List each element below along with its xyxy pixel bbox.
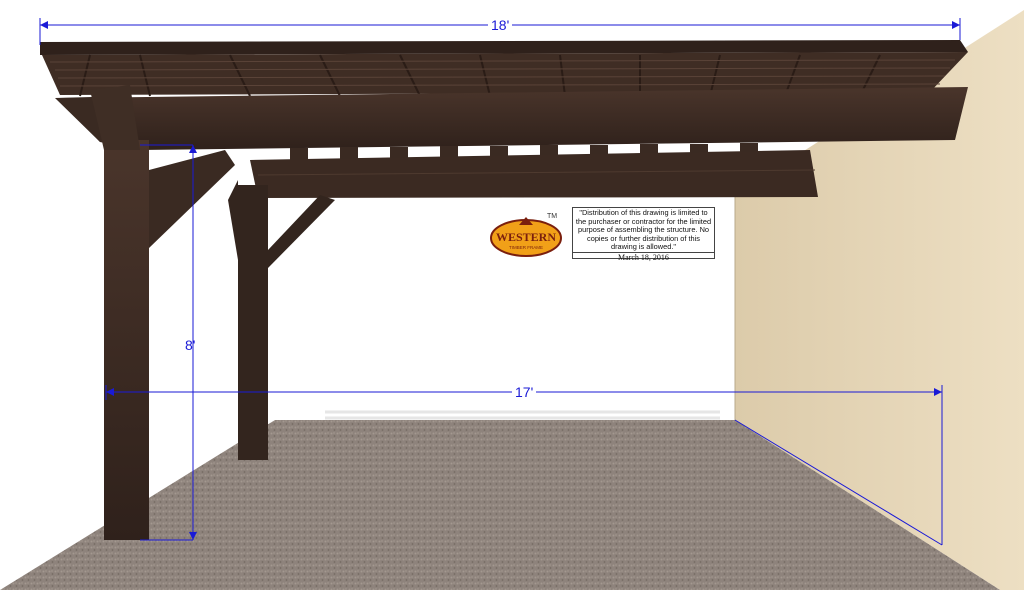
rear-brace-right — [268, 195, 335, 268]
rear-brace-left — [228, 180, 238, 260]
front-brace — [149, 150, 235, 248]
distribution-notice: "Distribution of this drawing is limited… — [572, 207, 715, 262]
notice-date: March 18, 2016 — [618, 252, 669, 262]
front-beam — [60, 87, 968, 150]
pergola-drawing: 18' 17' 8' WESTERN TIMBER FRAME TM "Dist… — [0, 0, 1024, 590]
height-dimension-label: 8' — [185, 337, 196, 353]
pergola-scene — [0, 10, 1024, 590]
depth-dimension-label: 17' — [512, 384, 537, 400]
notice-text: "Distribution of this drawing is limited… — [573, 208, 714, 253]
rear-left-post — [238, 185, 268, 460]
rafter-shadow — [325, 410, 720, 420]
logo-sub: TIMBER FRAME — [509, 245, 543, 250]
logo-brand: WESTERN — [496, 230, 556, 244]
width-dimension-label: 18' — [488, 17, 513, 33]
front-left-post — [104, 140, 149, 540]
roof-rafters — [40, 40, 968, 97]
trademark-mark: TM — [547, 213, 558, 220]
